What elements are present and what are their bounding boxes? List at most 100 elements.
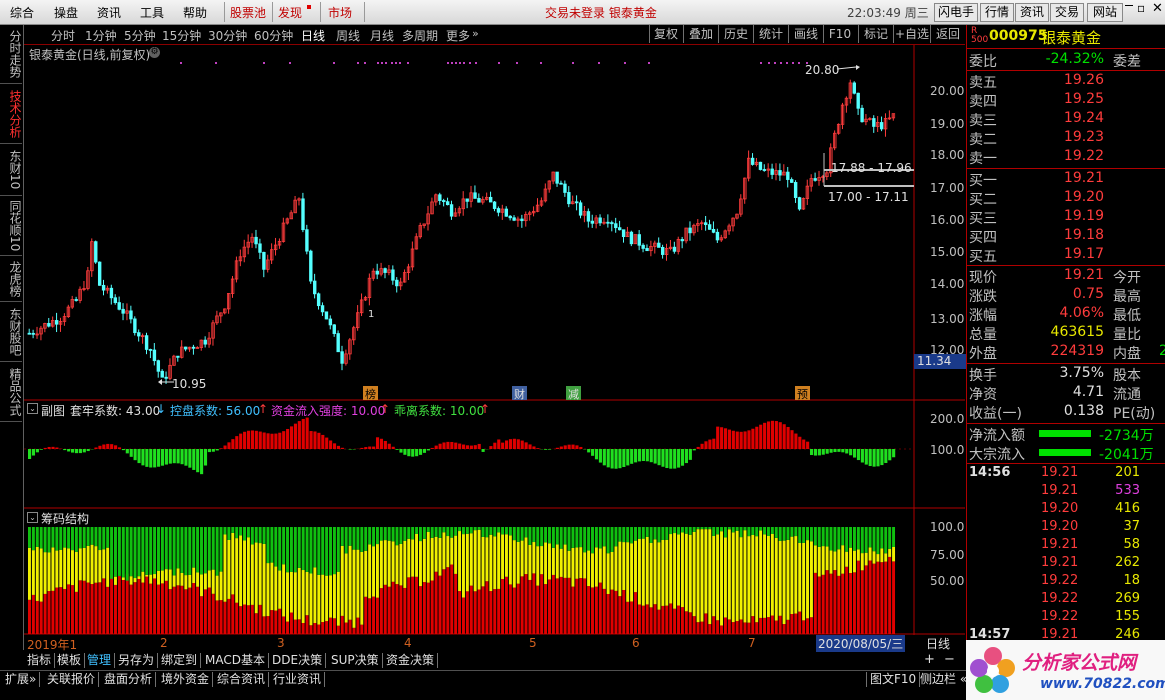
period-1min[interactable]: 1分钟 bbox=[85, 27, 117, 44]
sub1-bar bbox=[884, 449, 888, 464]
chip-red bbox=[571, 586, 575, 634]
minimize-icon[interactable] bbox=[1125, 5, 1133, 6]
chip-yellow bbox=[786, 539, 790, 620]
menu-gupiaochi[interactable]: 股票池 bbox=[230, 4, 266, 21]
tab-hangyezixun[interactable]: 行业资讯 bbox=[270, 672, 326, 687]
sub1-bar bbox=[645, 449, 649, 462]
period-week[interactable]: 周线 bbox=[336, 27, 360, 44]
marker-bang[interactable]: 榜 bbox=[363, 386, 378, 401]
chip-green bbox=[528, 527, 532, 545]
huaxian-button[interactable]: 画线 bbox=[788, 25, 823, 43]
shandianshou-button[interactable]: 闪电手 bbox=[934, 3, 978, 22]
clock: 22:03:49 周三 bbox=[847, 6, 929, 20]
chip-yellow bbox=[90, 544, 94, 585]
candle-body bbox=[316, 293, 321, 307]
fuquan-button[interactable]: 复权 bbox=[649, 25, 682, 43]
candle-body bbox=[770, 168, 774, 175]
period-fenshi[interactable]: 分时 bbox=[51, 27, 75, 44]
sub1-bar bbox=[51, 446, 55, 449]
settings-icon[interactable]: ⚙ bbox=[149, 47, 160, 58]
fanhui-button[interactable]: 返回 bbox=[930, 25, 965, 43]
period-5min[interactable]: 5分钟 bbox=[124, 27, 156, 44]
tab-zijin[interactable]: 资金决策 bbox=[383, 653, 439, 668]
marker-cai[interactable]: 财 bbox=[512, 386, 527, 401]
kline-chart-area[interactable] bbox=[24, 45, 965, 650]
sub1-bar bbox=[317, 432, 321, 449]
sub1-bar bbox=[383, 440, 387, 449]
tongji-button[interactable]: 统计 bbox=[753, 25, 788, 43]
marker-yu[interactable]: 预 bbox=[795, 386, 810, 401]
tab-longhubang[interactable]: 龙虎榜 bbox=[0, 257, 22, 302]
jiaoyi-button[interactable]: 交易 bbox=[1050, 3, 1084, 22]
sub1-collapse-icon[interactable]: ⌄ bbox=[27, 403, 38, 414]
shouyi-row: 收益(一) 0.138 PE(动) bbox=[969, 403, 1156, 422]
minus-icon[interactable]: − bbox=[944, 652, 955, 667]
tab-lingcunwei[interactable]: 另存为 bbox=[115, 653, 159, 668]
chip-yellow bbox=[641, 538, 645, 606]
tab-tonghuashun10[interactable]: 同花顺10 bbox=[0, 197, 22, 256]
chip-yellow bbox=[868, 547, 872, 561]
menu-gongju[interactable]: 工具 bbox=[140, 4, 164, 21]
tab-bangdingdao[interactable]: 绑定到 bbox=[158, 653, 202, 668]
marker-jian[interactable]: 减 bbox=[566, 386, 581, 401]
period-more[interactable]: 更多 bbox=[446, 27, 470, 44]
chip-red bbox=[47, 591, 51, 634]
signal-dot bbox=[792, 62, 794, 64]
chip-yellow bbox=[731, 532, 735, 623]
tab-dde[interactable]: DDE决策 bbox=[269, 653, 327, 668]
tab-sup[interactable]: SUP决策 bbox=[328, 653, 383, 668]
chip-yellow bbox=[211, 569, 215, 594]
period-60min[interactable]: 60分钟 bbox=[254, 27, 293, 44]
tab-jishu[interactable]: 技术分析 bbox=[0, 85, 22, 144]
period-multi[interactable]: 多周期 bbox=[402, 27, 438, 44]
tab-cebianlan[interactable]: 侧边栏 « bbox=[917, 672, 972, 687]
sub2-collapse-icon[interactable]: ⌄ bbox=[27, 512, 38, 523]
tab-tuwenf10[interactable]: 图文F10 bbox=[866, 672, 921, 687]
double-chevron-right-icon[interactable]: » bbox=[472, 27, 479, 40]
biaoji-button[interactable]: 标记 bbox=[858, 25, 893, 43]
period-15min[interactable]: 15分钟 bbox=[162, 27, 201, 44]
bid2-row: 买二 19.20 bbox=[969, 189, 1104, 208]
tab-muban[interactable]: 模板 bbox=[54, 653, 86, 668]
tab-zhibiao[interactable]: 指标 bbox=[24, 653, 56, 668]
period-indicator[interactable]: 日线 bbox=[926, 635, 950, 652]
tab-jingwaizijin[interactable]: 境外资金 bbox=[158, 672, 214, 687]
chip-red bbox=[360, 624, 364, 634]
tab-macd[interactable]: MACD基本 bbox=[202, 653, 269, 668]
period-day[interactable]: 日线 bbox=[301, 27, 325, 44]
wangzhan-button[interactable]: 网站 bbox=[1087, 3, 1123, 22]
tab-dongcaiguba[interactable]: 东财股吧 bbox=[0, 303, 22, 362]
tab-kuozhan[interactable]: 扩展» bbox=[2, 672, 41, 687]
menu-caopan[interactable]: 操盘 bbox=[54, 4, 78, 21]
menu-zonghe[interactable]: 综合 bbox=[10, 4, 34, 21]
menu-faxian[interactable]: 发现 bbox=[278, 4, 302, 21]
add-icon[interactable]: + bbox=[924, 652, 935, 667]
zixuan-button[interactable]: +自选 bbox=[893, 25, 930, 43]
zixun-button[interactable]: 资讯 bbox=[1015, 3, 1049, 22]
chip-yellow bbox=[743, 530, 747, 623]
tab-zonghezixun[interactable]: 综合资讯 bbox=[214, 672, 270, 687]
tab-dongcai10[interactable]: 东财10 bbox=[0, 145, 22, 196]
menu-bangzhu[interactable]: 帮助 bbox=[183, 4, 207, 21]
tab-guanli[interactable]: 管理 bbox=[84, 653, 116, 668]
period-month[interactable]: 月线 bbox=[370, 27, 394, 44]
menu-shichang[interactable]: 市场 bbox=[328, 4, 352, 21]
tab-panmianfenxi[interactable]: 盘面分析 bbox=[101, 672, 157, 687]
close-icon[interactable]: ✕ bbox=[1152, 1, 1163, 16]
period-bar: 分时 1分钟 5分钟 15分钟 30分钟 60分钟 日线 周线 月线 多周期 更… bbox=[24, 25, 965, 45]
chip-yellow bbox=[602, 546, 606, 589]
period-30min[interactable]: 30分钟 bbox=[208, 27, 247, 44]
chip-yellow bbox=[677, 534, 680, 606]
lishi-button[interactable]: 历史 bbox=[718, 25, 753, 43]
menu-zixun[interactable]: 资讯 bbox=[97, 4, 121, 21]
candle-body bbox=[31, 332, 35, 335]
chip-yellow bbox=[325, 575, 329, 622]
diejia-button[interactable]: 叠加 bbox=[683, 25, 718, 43]
tab-fenshi[interactable]: 分时走势 bbox=[0, 25, 22, 84]
tab-guanlianbaojia[interactable]: 关联报价 bbox=[44, 672, 100, 687]
hangqing-button[interactable]: 行情 bbox=[980, 3, 1014, 22]
f10-button[interactable]: F10 bbox=[823, 25, 856, 43]
maximize-icon[interactable]: ▫ bbox=[1137, 1, 1145, 15]
candle-body bbox=[152, 349, 157, 362]
tab-jingpin[interactable]: 精品公式 bbox=[0, 363, 22, 422]
